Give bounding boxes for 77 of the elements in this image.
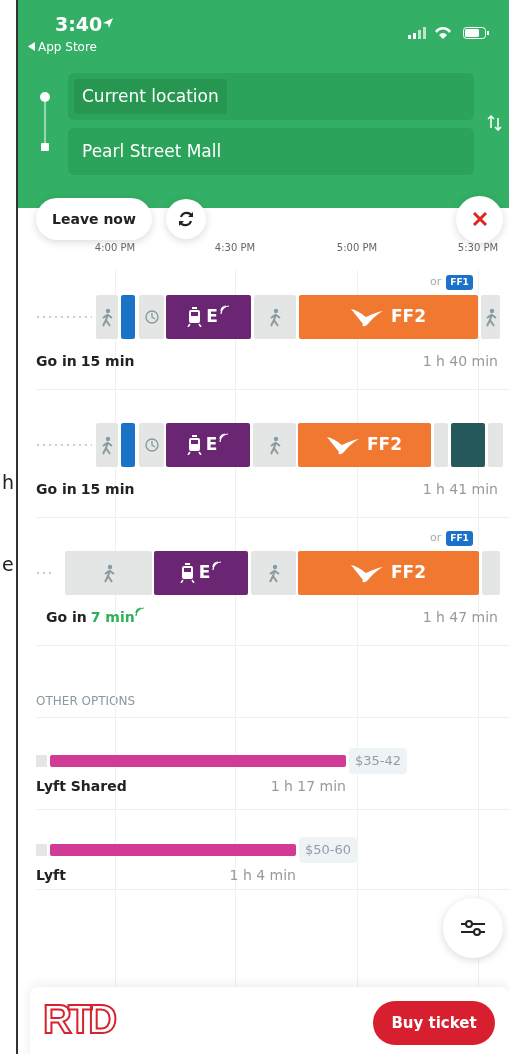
ride-duration: 1 h 4 min [229, 866, 296, 885]
ride-name: Lyft [36, 866, 66, 885]
walk-icon [483, 307, 498, 327]
destination-field[interactable]: Pearl Street Mall [68, 128, 474, 175]
wait-bar [36, 844, 47, 856]
price-tag: $35-42 [349, 748, 408, 774]
margin-text: e [2, 552, 14, 577]
dotted-line [37, 315, 92, 319]
walk-icon [268, 307, 282, 327]
swap-icon [487, 114, 502, 131]
depart-label: Go in [46, 608, 87, 627]
ride-name: Lyft Shared [36, 777, 127, 796]
gap-segment [434, 423, 448, 467]
route-badge: FF1 [446, 530, 473, 546]
bird-icon [350, 563, 383, 583]
filter-button[interactable] [443, 898, 503, 958]
status-time: 3:40 [55, 12, 103, 37]
tram-icon [179, 563, 195, 583]
walk-icon [100, 307, 114, 327]
depart-label: Go in [36, 352, 77, 371]
walk-icon [266, 563, 281, 583]
back-triangle-icon [28, 42, 35, 51]
alert-segment [121, 295, 135, 339]
route-label: E [198, 561, 211, 585]
signal-icon [408, 27, 426, 39]
section-heading: OTHER OPTIONS [36, 692, 509, 718]
bird-icon [326, 435, 359, 455]
buy-ticket-button[interactable]: Buy ticket [373, 1001, 495, 1045]
refresh-icon [177, 210, 195, 228]
tram-icon [187, 307, 203, 327]
route-label: FF2 [390, 305, 427, 329]
alternative-label: or [430, 274, 442, 290]
route-badge: FF1 [446, 274, 473, 290]
origin-field[interactable]: Current location [68, 73, 474, 120]
depart-time: 15 min [80, 480, 135, 499]
location-arrow-icon [102, 17, 114, 29]
trip-duration: 1 h 47 min [422, 608, 498, 627]
block-segment [451, 423, 485, 467]
walk-icon [267, 435, 282, 455]
trip-duration: 1 h 40 min [422, 352, 498, 371]
depart-time: 15 min [80, 352, 135, 371]
time-tick: 4:30 PM [214, 241, 256, 255]
battery-icon [463, 27, 490, 39]
depart-time: 7 min [90, 608, 135, 627]
depart-label: Go in [36, 480, 77, 499]
route-label: E [206, 305, 218, 329]
close-icon [471, 211, 488, 227]
refresh-button[interactable] [166, 199, 206, 239]
gap-segment [482, 551, 500, 595]
wait-bar [36, 755, 47, 767]
leave-now-button[interactable]: Leave now [36, 198, 152, 240]
route-label: FF2 [366, 433, 403, 457]
walk-icon [100, 435, 114, 455]
clock-icon [144, 438, 159, 452]
bird-icon [350, 307, 383, 327]
gap-segment [488, 423, 503, 467]
tram-icon [186, 435, 202, 455]
alert-segment [121, 423, 135, 467]
back-link[interactable]: App Store [38, 38, 97, 56]
time-tick: 5:00 PM [336, 241, 378, 255]
margin-text: h [2, 470, 15, 495]
alternative-label: or [430, 530, 442, 546]
clock-icon [144, 310, 159, 324]
filter-icon [460, 918, 486, 938]
route-dots-icon [39, 91, 51, 151]
brand-logo: RTD [43, 999, 114, 1039]
ride-duration: 1 h 17 min [270, 777, 346, 796]
route-label: FF2 [390, 561, 427, 585]
time-tick: 5:30 PM [457, 241, 499, 255]
walk-icon [101, 563, 116, 583]
wifi-icon [434, 26, 452, 39]
dotted-line [37, 443, 92, 447]
time-tick: 4:00 PM [94, 241, 136, 255]
realtime-icon [134, 607, 145, 617]
trip-duration: 1 h 41 min [422, 480, 498, 499]
route-label: E [205, 433, 218, 457]
price-tag: $50-60 [299, 837, 358, 863]
